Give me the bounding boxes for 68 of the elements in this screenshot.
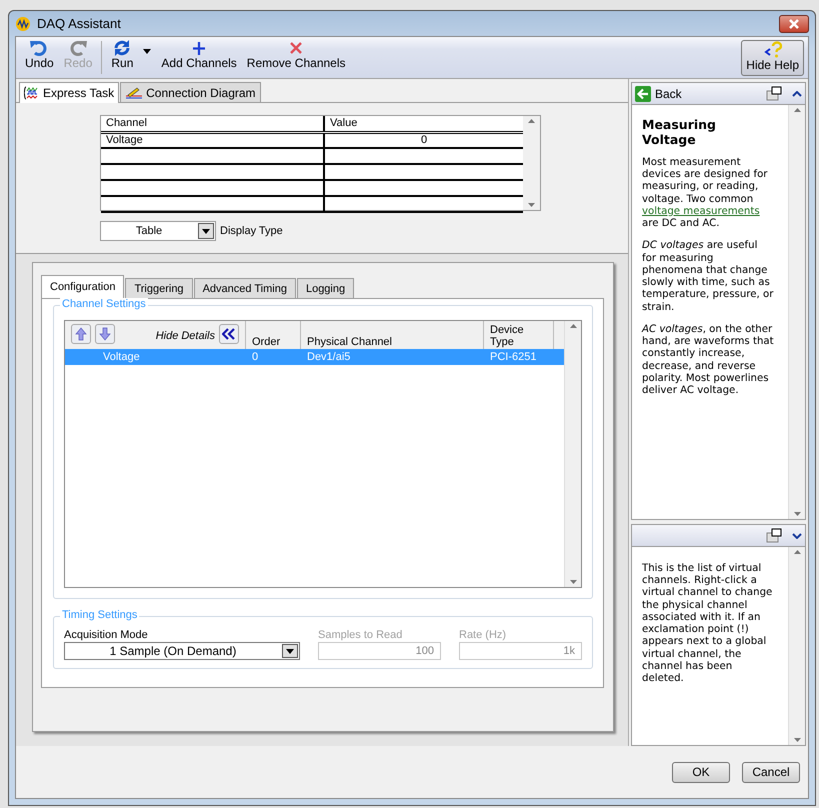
input-field: 100 bbox=[318, 642, 441, 660]
caret-icon bbox=[202, 228, 210, 234]
table-cell: Voltage bbox=[101, 132, 324, 148]
help-paragraph: DC voltages are useful for measuring phenomena that change slowly with time, such as temperature, pressure, or strain. bbox=[642, 240, 774, 314]
input-field: 1k bbox=[459, 642, 582, 660]
tab[interactable]: Express Task bbox=[19, 82, 120, 103]
field-label: Acquisition Mode bbox=[64, 628, 149, 642]
scroll-up-icon[interactable] bbox=[794, 108, 800, 112]
channel-list[interactable]: Hide Details Order Physical Channel Device Type Voltage 0 Dev1/ai5 PCI-6251 bbox=[64, 320, 582, 588]
close-button[interactable] bbox=[779, 14, 809, 32]
dialog-button[interactable]: OK bbox=[672, 762, 730, 782]
undo-icon bbox=[29, 39, 50, 57]
tab[interactable]: Logging bbox=[296, 278, 354, 298]
scrollbar[interactable] bbox=[564, 321, 581, 587]
field-label: Samples to Read bbox=[318, 628, 404, 642]
help-icon bbox=[764, 41, 782, 59]
move-down-button[interactable] bbox=[95, 324, 115, 344]
group-title: Timing Settings bbox=[60, 609, 140, 622]
toolbar-button[interactable]: Undo bbox=[20, 37, 59, 78]
tab[interactable]: Configuration bbox=[41, 275, 124, 299]
help-heading: Measuring Voltage bbox=[642, 117, 717, 147]
window-icon[interactable] bbox=[766, 86, 782, 101]
scroll-down-icon[interactable] bbox=[794, 512, 800, 516]
table-cell: 0 bbox=[324, 132, 523, 148]
dialog-button[interactable]: Cancel bbox=[742, 762, 800, 782]
group-title: Channel Settings bbox=[60, 298, 148, 312]
field-label: Rate (Hz) bbox=[459, 628, 508, 642]
close-icon bbox=[788, 18, 800, 28]
redo-icon bbox=[68, 39, 88, 57]
toolbar-button[interactable]: Add Channels bbox=[156, 37, 242, 78]
column-header: Channel bbox=[101, 116, 324, 132]
app-icon bbox=[15, 16, 31, 32]
window-icon[interactable] bbox=[766, 528, 782, 543]
waveform-icon bbox=[24, 86, 40, 100]
hide-details-label: Hide Details bbox=[156, 330, 215, 342]
pencil-icon bbox=[125, 86, 144, 100]
move-up-button[interactable] bbox=[71, 324, 91, 344]
collapse-icon[interactable] bbox=[792, 90, 802, 96]
toolbar-button[interactable]: Remove Channels bbox=[242, 37, 350, 78]
display-type-dropdown[interactable]: Table bbox=[100, 221, 216, 241]
help-paragraph: Most measurement devices are designed for measuring, or reading, voltage. Two common voltage measurements are DC and AC. bbox=[642, 157, 768, 230]
scrollbar[interactable] bbox=[788, 105, 805, 519]
collapse-button[interactable] bbox=[219, 324, 239, 344]
scrollbar[interactable] bbox=[523, 116, 540, 210]
plus-icon bbox=[192, 39, 206, 57]
help-text: This is the list of virtual channels. Right-click a virtual channel to change the physical channel associated with it. If an exclamation point (!) appears next to a global virtual channel, the channel has been deleted. bbox=[642, 563, 774, 686]
scroll-down-icon[interactable] bbox=[570, 580, 576, 584]
tab[interactable]: Triggering bbox=[125, 278, 193, 298]
caret-icon bbox=[286, 648, 294, 654]
expand-icon[interactable] bbox=[792, 532, 802, 538]
window-title: DAQ Assistant bbox=[37, 14, 121, 33]
refresh-icon bbox=[112, 39, 132, 57]
scroll-up-icon[interactable] bbox=[528, 119, 535, 123]
tab[interactable]: Connection Diagram bbox=[120, 82, 261, 102]
scroll-up-icon[interactable] bbox=[570, 324, 576, 328]
hide-help-button[interactable]: Hide Help bbox=[741, 40, 804, 76]
scroll-down-icon[interactable] bbox=[794, 738, 800, 742]
scroll-up-icon[interactable] bbox=[794, 550, 800, 554]
help-link[interactable]: voltage measurements bbox=[642, 206, 760, 217]
scroll-down-icon[interactable] bbox=[528, 203, 535, 207]
back-arrow-icon bbox=[635, 86, 651, 102]
dropdown[interactable]: 1 Sample (On Demand) bbox=[64, 642, 300, 660]
help-paragraph: AC voltages, on the other hand, are waveforms that constantly increase, decrease, and reverse polarity. Most powerlines deliver AC voltage. bbox=[642, 324, 774, 398]
field-label: Display Type bbox=[220, 224, 283, 239]
toolbar-button[interactable]: Run bbox=[106, 37, 138, 78]
tab[interactable]: Advanced Timing bbox=[194, 278, 296, 298]
dropdown-value: Table bbox=[134, 224, 164, 239]
scrollbar[interactable] bbox=[788, 547, 805, 745]
